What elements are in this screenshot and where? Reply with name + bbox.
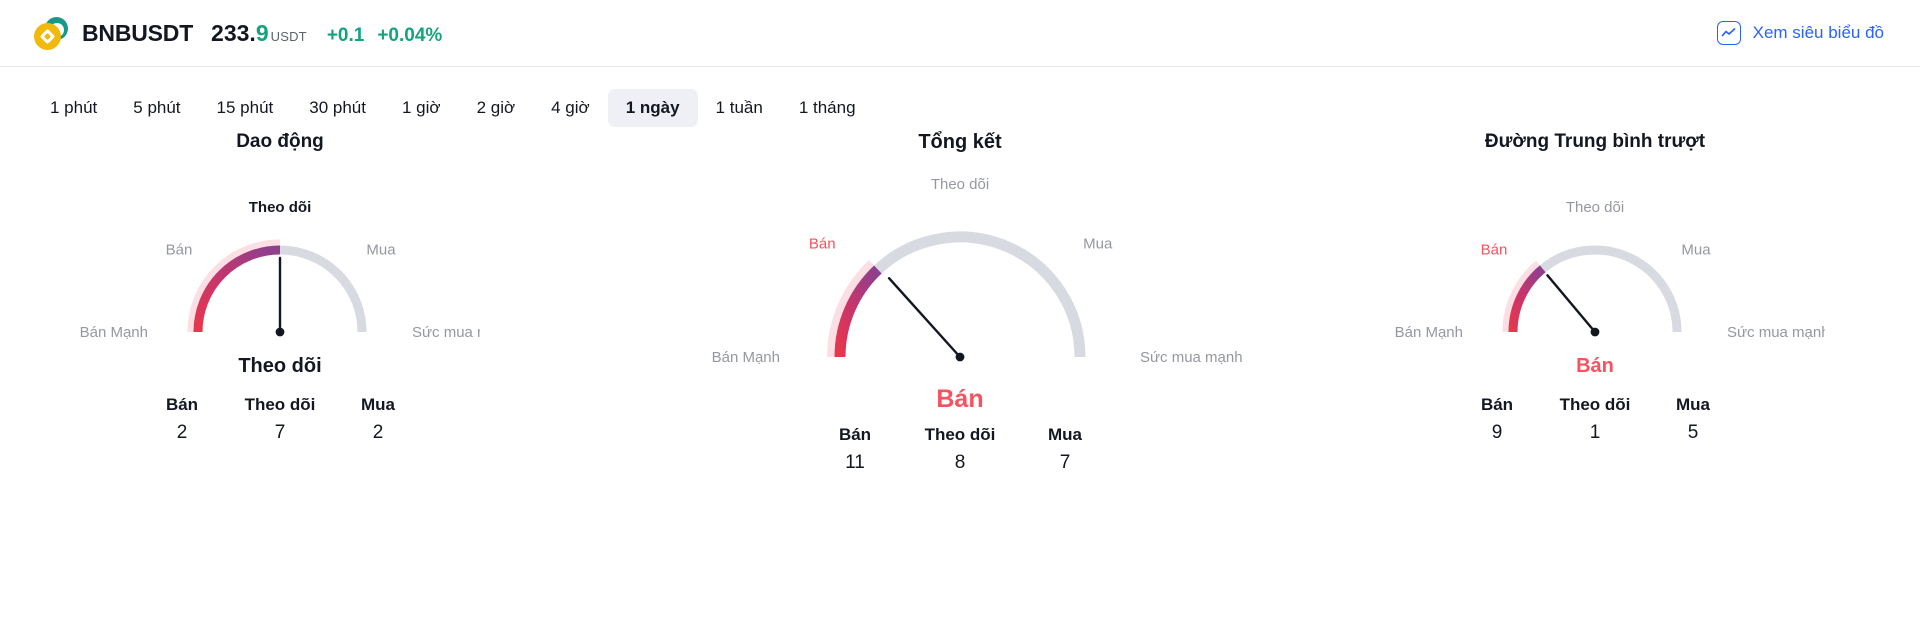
- interval-tab[interactable]: 1 giờ: [384, 89, 459, 127]
- gauge-count-value: 8: [954, 452, 966, 473]
- interval-tab[interactable]: 1 tuần: [698, 89, 781, 127]
- interval-tab[interactable]: 15 phút: [199, 89, 292, 127]
- line-chart-icon: [1716, 21, 1741, 45]
- gauge-panel: Dao động Bán Mạnh Bán Theo dõi Mua Sức mua mạ…: [0, 127, 1920, 547]
- coin-icon-yellow-disc: [34, 23, 61, 50]
- gauge-counts: Bán 11 Theo dõi 8 Mua 7: [620, 422, 1300, 478]
- gauge-axis-label-sell: Bán: [166, 241, 193, 258]
- gauge-count-cell: Bán 11: [803, 422, 908, 478]
- gauge-count-cell: Mua 2: [329, 392, 427, 448]
- gauge-needle-hub: [1590, 327, 1600, 337]
- gauge-card-0: Dao động Bán Mạnh Bán Theo dõi Mua Sức mua mạ…: [80, 127, 480, 448]
- gauge-count-value: 9: [1491, 422, 1503, 443]
- interval-tab[interactable]: 1 tháng: [781, 89, 874, 127]
- symbol-block[interactable]: BNBUSDT 233.9 USDT +0.1 +0.04%: [82, 20, 442, 47]
- gauge-count-label: Bán: [165, 395, 199, 414]
- gauge-axis-label-buy: Mua: [1681, 241, 1711, 258]
- gauge-counts: Bán 9 Theo dõi 1 Mua 5: [1365, 392, 1825, 448]
- view-superchart-link[interactable]: Xem siêu biểu đồ: [1716, 21, 1884, 45]
- gauge-count-value: 2: [176, 422, 188, 443]
- symbol-ticker: BNBUSDT: [82, 19, 194, 46]
- gauge-count-value: 7: [1059, 452, 1071, 473]
- gauge-count-label: Mua: [1048, 425, 1082, 444]
- gauge-arc-track: [1539, 245, 1682, 333]
- gauge-arc-track: [874, 231, 1086, 358]
- gauge-count-cell: Bán 2: [133, 392, 231, 448]
- gauge-arc-value: [1508, 265, 1546, 333]
- view-superchart-label: Xem siêu biểu đồ: [1752, 23, 1884, 42]
- gauge-title: Dao động: [236, 131, 324, 152]
- gauge-dial: Bán Mạnh Bán Theo dõi Mua Sức mua mạnh Bán: [1365, 157, 1825, 387]
- gauge-axis-label-strong_sell: Bán Mạnh: [1395, 324, 1463, 341]
- interval-tab[interactable]: 5 phút: [115, 89, 198, 127]
- gauge-result-text: Bán: [1576, 355, 1614, 377]
- interval-tab[interactable]: 1 phút: [32, 89, 115, 127]
- gauge-count-cell: Theo dõi 8: [908, 422, 1013, 478]
- interval-tab[interactable]: 2 giờ: [459, 89, 534, 127]
- gauge-needle-hub: [275, 327, 285, 337]
- gauge-axis-label-sell: Bán: [1481, 241, 1508, 258]
- gauge-needle: [887, 277, 962, 359]
- gauge-axis-label-buy: Mua: [366, 241, 396, 258]
- gauge-title: Đường Trung bình trượt: [1484, 131, 1706, 152]
- gauge-count-label: Bán: [838, 425, 872, 444]
- interval-tabs: 1 phút 5 phút 15 phút 30 phút 1 giờ 2 giờ 4 gi…: [0, 67, 1920, 127]
- gauge-axis-label-strong_buy: Sức mua mạnh: [412, 324, 480, 341]
- gauge-count-cell: Theo dõi 7: [231, 392, 329, 448]
- gauge-count-label: Theo dõi: [924, 425, 996, 444]
- gauge-count-value: 11: [845, 452, 865, 473]
- gauge-title: Tổng kết: [918, 131, 1002, 153]
- gauge-dial: Bán Mạnh Bán Theo dõi Mua Sức mua mạnh Bán: [620, 157, 1300, 417]
- gauge-axis-label-strong_sell: Bán Mạnh: [712, 349, 780, 366]
- page-header: BNBUSDT 233.9 USDT +0.1 +0.04% Xem siêu b…: [0, 0, 1920, 67]
- interval-tab-active[interactable]: 1 ngày: [607, 89, 698, 127]
- gauge-axis-label-neutral: Theo dõi: [931, 176, 989, 193]
- gauge-count-value: 2: [372, 422, 384, 443]
- gauge-count-cell: Theo dõi 1: [1546, 392, 1644, 448]
- price-change-absolute: +0.1: [326, 24, 365, 46]
- gauge-arc-halo: [187, 239, 281, 333]
- gauge-count-value: 7: [274, 422, 286, 443]
- gauge-count-label: Mua: [1676, 395, 1710, 414]
- gauge-count-cell: Mua 7: [1013, 422, 1118, 478]
- gauge-needle: [1546, 274, 1597, 334]
- gauge-count-value: 1: [1589, 422, 1601, 443]
- gauge-axis-label-strong_buy: Sức mua mạnh: [1727, 324, 1825, 341]
- coin-icon-diamond: [39, 28, 56, 45]
- price-integer: 233.: [211, 19, 256, 46]
- gauge-axis-label-strong_sell: Bán Mạnh: [80, 324, 148, 341]
- gauge-arc-value: [193, 245, 281, 333]
- gauge-needle-hub: [955, 352, 965, 362]
- gauge-result-text: Bán: [936, 385, 983, 413]
- interval-tab[interactable]: 4 giờ: [533, 89, 608, 127]
- gauge-count-value: 5: [1687, 422, 1699, 443]
- gauge-count-label: Mua: [361, 395, 395, 414]
- gauge-arc-track: [279, 245, 367, 333]
- gauge-axis-label-buy: Mua: [1083, 235, 1113, 252]
- gauge-axis-label-neutral: Theo dõi: [1566, 199, 1624, 216]
- interval-tab[interactable]: 30 phút: [291, 89, 384, 127]
- gauge-count-cell: Bán 9: [1448, 392, 1546, 448]
- gauge-count-label: Bán: [1480, 395, 1514, 414]
- gauge-count-cell: Mua 5: [1644, 392, 1742, 448]
- gauge-axis-label-sell: Bán: [809, 235, 836, 252]
- gauge-axis-label-strong_buy: Sức mua mạnh: [1140, 349, 1243, 366]
- last-price: 233.9 USDT: [211, 20, 307, 47]
- gauge-card-2: Đường Trung bình trượt Bán Mạnh Bán Theo dõ…: [1365, 127, 1825, 448]
- price-change-percent: +0.04%: [377, 24, 443, 46]
- gauge-axis-label-neutral: Theo dõi: [249, 199, 312, 216]
- gauge-result-text: Theo dõi: [238, 355, 321, 377]
- binance-coin-icon: [34, 16, 68, 50]
- gauge-arc-value: [834, 265, 882, 358]
- price-fraction: 9: [255, 19, 269, 46]
- gauge-counts: Bán 2 Theo dõi 7 Mua 2: [80, 392, 480, 448]
- gauge-count-label: Theo dõi: [1559, 395, 1631, 414]
- price-currency: USDT: [270, 28, 307, 44]
- gauge-card-1: Tổng kết Bán Mạnh Bán Theo dõi Mua Sức mua mạ…: [620, 127, 1300, 478]
- gauge-count-label: Theo dõi: [244, 395, 316, 414]
- gauge-dial: Bán Mạnh Bán Theo dõi Mua Sức mua mạnh Theo d…: [80, 157, 480, 387]
